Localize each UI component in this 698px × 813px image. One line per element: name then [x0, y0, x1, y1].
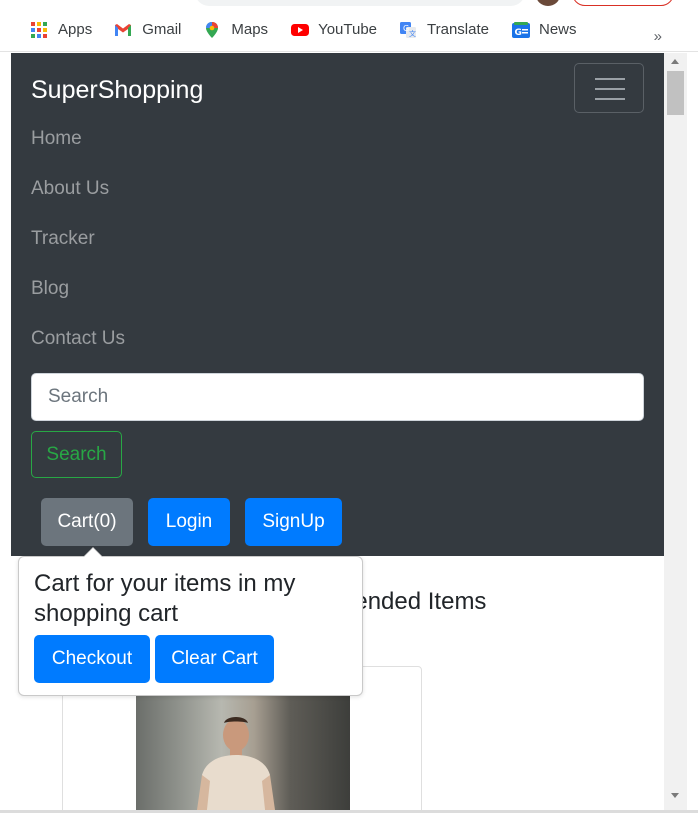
account-avatar[interactable] [536, 0, 560, 6]
bookmarks-overflow-chevron[interactable]: » [654, 28, 662, 45]
scroll-up-arrow-icon[interactable] [671, 59, 679, 64]
bookmark-label: Gmail [142, 21, 182, 38]
nav-link-blog[interactable]: Blog [31, 278, 69, 300]
svg-text:文: 文 [409, 29, 416, 38]
scrollbar-thumb[interactable] [667, 71, 684, 115]
popover-arrow [84, 548, 102, 557]
nav-link-contact-us[interactable]: Contact Us [31, 328, 125, 350]
navbar: SuperShopping Home About Us Tracker Blog… [11, 53, 664, 556]
profile-button-edge[interactable] [572, 0, 674, 6]
window-left-border [0, 53, 11, 813]
vertical-scrollbar[interactable] [664, 53, 687, 810]
translate-icon: G 文 [399, 21, 417, 39]
browser-top-strip [0, 0, 698, 8]
bookmarks-bar: Apps Gmail Maps YouTube G 文 Translate G … [0, 8, 698, 52]
nav-link-tracker[interactable]: Tracker [31, 228, 95, 250]
navbar-brand[interactable]: SuperShopping [31, 76, 203, 105]
apps-grid-icon [30, 21, 48, 39]
login-button[interactable]: Login [148, 498, 230, 546]
window-right-border [687, 53, 698, 813]
cart-popover: Cart for your items in my shopping cart … [18, 547, 363, 696]
maps-pin-icon [203, 21, 221, 39]
news-icon: G [511, 21, 530, 39]
bookmark-label: News [539, 21, 577, 38]
youtube-icon [290, 21, 310, 39]
search-button[interactable]: Search [31, 431, 122, 478]
nav-link-home[interactable]: Home [31, 128, 82, 150]
search-input[interactable] [31, 373, 644, 421]
hamburger-icon-bar [595, 98, 625, 100]
navbar-toggler-button[interactable] [574, 63, 644, 113]
bookmark-youtube[interactable]: YouTube [290, 21, 377, 39]
bookmark-label: Maps [231, 21, 269, 38]
cart-button[interactable]: Cart(0) [41, 498, 133, 546]
product-image [136, 695, 350, 810]
scroll-down-arrow-icon[interactable] [671, 793, 679, 798]
bookmark-label: YouTube [318, 21, 378, 38]
address-bar-edge[interactable] [195, 0, 525, 6]
browser-window: Apps Gmail Maps YouTube G 文 Translate G … [0, 0, 698, 813]
bookmark-label: Translate [427, 21, 489, 38]
bookmark-translate[interactable]: G 文 Translate [399, 21, 489, 39]
bookmark-gmail[interactable]: Gmail [114, 21, 181, 39]
hamburger-icon [595, 78, 625, 80]
model-figure-image [197, 717, 275, 810]
popover-message: Cart for your items in my shopping cart [34, 570, 296, 627]
hamburger-icon-bar [595, 88, 625, 90]
bookmark-label: Apps [58, 21, 93, 38]
checkout-button[interactable]: Checkout [34, 635, 150, 683]
nav-link-about-us[interactable]: About Us [31, 178, 109, 200]
signup-button[interactable]: SignUp [245, 498, 342, 546]
page-viewport: SuperShopping Home About Us Tracker Blog… [11, 53, 664, 810]
bookmark-maps[interactable]: Maps [203, 21, 268, 39]
bookmark-news[interactable]: G News [511, 21, 577, 39]
bookmark-apps[interactable]: Apps [30, 21, 92, 39]
svg-text:G: G [515, 28, 522, 38]
clear-cart-button[interactable]: Clear Cart [155, 635, 274, 683]
gmail-icon [114, 21, 132, 39]
